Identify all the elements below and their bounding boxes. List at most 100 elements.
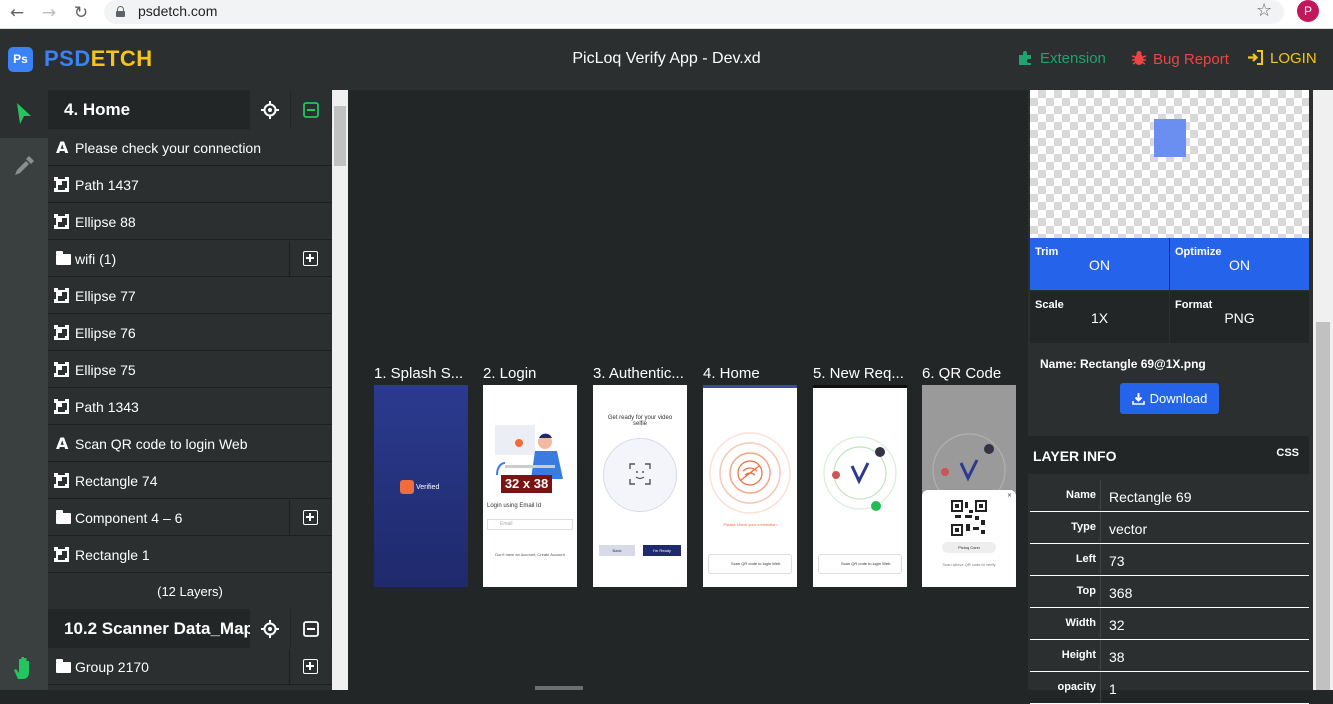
inspector-panel: Trim ON Optimize ON Scale 1X Format PNG …: [1028, 90, 1333, 704]
puzzle-icon: [1019, 51, 1031, 65]
download-button[interactable]: Download: [1120, 383, 1219, 414]
artboard-label[interactable]: 2. Login: [483, 365, 578, 382]
extension-link[interactable]: Extension: [1018, 50, 1106, 67]
qr-app-chip: Picloq Conn: [942, 542, 996, 553]
shape-layer-icon: [54, 214, 69, 229]
qr-hint: Scan above QR code to verify: [942, 562, 996, 567]
canvas-hscroll-thumb[interactable]: [535, 686, 583, 690]
eyedropper-tool[interactable]: [0, 142, 48, 190]
layer-label: Path 1437: [75, 177, 139, 193]
artboard-label[interactable]: 1. Splash S...: [374, 365, 469, 382]
layer-row[interactable]: Rectangle 74: [48, 463, 332, 499]
minus-square-icon: [303, 101, 319, 118]
scan-qr-bar: Scan QR code to login Web: [708, 554, 792, 574]
layer-label: Please check your connection: [75, 140, 261, 156]
forward-arrow-icon[interactable]: →: [38, 2, 60, 24]
select-tool[interactable]: [0, 90, 48, 138]
shape-layer-icon: [54, 362, 69, 377]
layer-label: Rectangle 1: [75, 547, 150, 563]
artboard-login[interactable]: 32 x 38 Login using Email Id Email Don't…: [483, 385, 577, 587]
layer-row[interactable]: Component 4 – 6: [48, 500, 332, 536]
address-bar[interactable]: psdetch.com: [104, 0, 1284, 24]
artboard-splash[interactable]: Verified: [374, 385, 468, 587]
folder-icon: [56, 659, 71, 673]
layer-row[interactable]: Path 1343: [48, 389, 332, 425]
hand-icon: [14, 657, 29, 679]
group-title-2: 10.2 Scanner Data_Map: [64, 619, 254, 638]
url-text[interactable]: psdetch.com: [138, 3, 217, 19]
property-row: Height 38: [1030, 640, 1309, 672]
artboard-new-request[interactable]: Scan QR code to login Web: [813, 385, 907, 587]
layer-row[interactable]: A Scan QR code to login Web: [48, 426, 332, 462]
layers-scrollbar[interactable]: [332, 90, 348, 690]
layer-row[interactable]: A Please check your connection: [48, 130, 332, 166]
artboard-label[interactable]: 5. New Req...: [813, 365, 908, 382]
scale-select[interactable]: Scale 1X: [1030, 291, 1169, 343]
text-layer-icon: A: [56, 434, 69, 453]
artboard-label[interactable]: 3. Authentic...: [593, 365, 688, 382]
crosshair-icon: [261, 100, 279, 119]
back-button: Back: [599, 545, 635, 556]
expand-plus-icon[interactable]: [303, 659, 318, 674]
bookmark-star-icon[interactable]: ☆: [1256, 0, 1272, 21]
login-link[interactable]: LOGIN: [1247, 50, 1317, 67]
no-wifi-rings-icon: [709, 432, 791, 514]
crosshair-icon: [261, 619, 279, 638]
scan-qr-bar: Scan QR code to login Web: [818, 554, 902, 574]
bug-report-label: Bug Report: [1153, 51, 1229, 68]
shape-layer-icon: [54, 325, 69, 340]
expand-plus-icon[interactable]: [303, 251, 318, 266]
group-title: 4. Home: [64, 100, 131, 119]
orbit-logo-icon: [823, 436, 897, 511]
optimize-toggle[interactable]: Optimize ON: [1170, 238, 1309, 290]
layer-info-header: LAYER INFO CSS: [1028, 436, 1309, 474]
layer-row[interactable]: Ellipse 75: [48, 352, 332, 388]
layer-row[interactable]: Ellipse 88: [48, 204, 332, 240]
layer-row[interactable]: Path 1437: [48, 167, 332, 203]
property-value[interactable]: Rectangle 69: [1109, 489, 1192, 505]
layer-row[interactable]: Rectangle 1: [48, 537, 332, 573]
sign-in-icon: [1248, 50, 1263, 65]
layer-group-header[interactable]: 4. Home: [48, 90, 332, 129]
bug-report-link[interactable]: Bug Report: [1131, 50, 1229, 68]
artboard-home[interactable]: Please check your connection Scan QR cod…: [703, 385, 797, 587]
artboard-label[interactable]: 6. QR Code: [922, 365, 1017, 382]
inspector-scrollbar[interactable]: [1313, 90, 1333, 690]
layer-label: Group 2170: [75, 659, 149, 675]
collapse-group-button-2[interactable]: [291, 609, 331, 648]
scrollbar-thumb[interactable]: [334, 106, 346, 166]
back-arrow-icon[interactable]: ←: [6, 2, 28, 24]
locate-group-button-2[interactable]: [250, 609, 290, 648]
layer-row[interactable]: wifi (1): [48, 241, 332, 277]
artboard-authentication[interactable]: Get ready for your video selfie Back I'm…: [593, 385, 687, 587]
property-value[interactable]: 368: [1109, 585, 1132, 601]
property-value[interactable]: 38: [1109, 649, 1125, 665]
layer-row[interactable]: Ellipse 76: [48, 315, 332, 351]
property-value[interactable]: 32: [1109, 617, 1125, 633]
design-canvas[interactable]: 1. Splash S... Verified 2. Login 32 x 38…: [348, 90, 1028, 690]
scrollbar-thumb[interactable]: [1316, 322, 1330, 690]
artboard-label[interactable]: 4. Home: [703, 365, 798, 382]
layer-label: Ellipse 76: [75, 325, 136, 341]
css-tab[interactable]: CSS: [1276, 447, 1299, 459]
layer-row[interactable]: Ellipse 77: [48, 278, 332, 314]
measure-badge: 32 x 38: [501, 475, 552, 493]
property-key: opacity: [1057, 681, 1096, 693]
profile-avatar[interactable]: P: [1297, 0, 1319, 22]
expand-plus-icon[interactable]: [303, 510, 318, 525]
collapse-group-button[interactable]: [291, 90, 331, 129]
hand-tool[interactable]: [0, 644, 48, 692]
login-label: LOGIN: [1270, 50, 1317, 67]
property-value[interactable]: vector: [1109, 521, 1147, 537]
artboard-qr-code[interactable]: Picloq Conn Scan above QR code to verify…: [922, 385, 1016, 587]
layer-group-header-2[interactable]: 10.2 Scanner Data_Map: [48, 609, 332, 648]
format-select[interactable]: Format PNG: [1170, 291, 1309, 343]
login-heading: Login using Email Id: [487, 503, 542, 509]
layer-row[interactable]: Group 2170: [48, 649, 332, 685]
reload-icon[interactable]: ↻: [70, 2, 92, 24]
property-value[interactable]: 1: [1109, 681, 1117, 697]
property-value[interactable]: 73: [1109, 553, 1125, 569]
locate-group-button[interactable]: [250, 90, 290, 129]
trim-toggle[interactable]: Trim ON: [1030, 238, 1169, 290]
rectangle-preview: [1154, 119, 1186, 157]
